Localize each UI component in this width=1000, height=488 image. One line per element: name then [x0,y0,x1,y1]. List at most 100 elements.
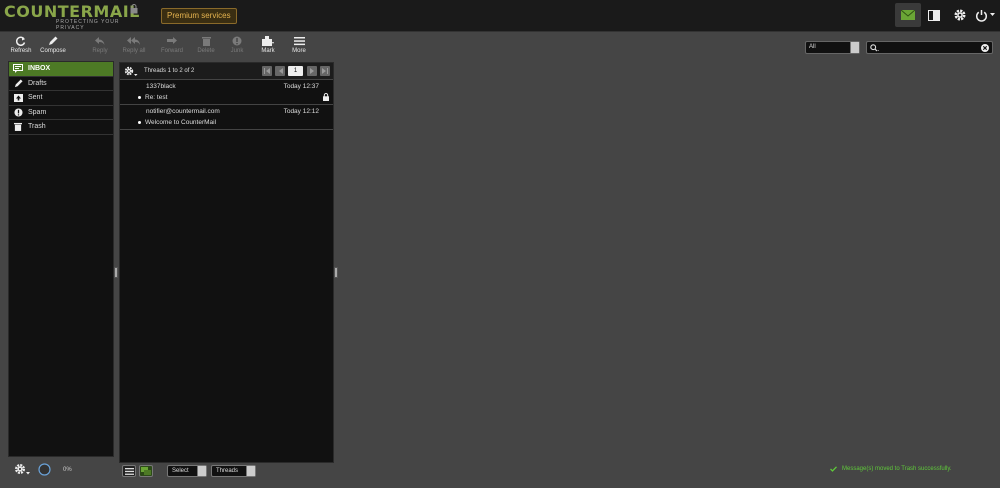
pencil-icon [13,78,23,88]
first-page-button[interactable] [262,66,272,76]
trash-icon [201,37,211,46]
inbox-icon [13,64,23,74]
message-row[interactable]: notifier@countermail.com Today 12:12 Wel… [120,105,333,130]
threads-dropdown[interactable]: Threads [211,465,256,477]
logo-lock-icon [130,4,138,14]
hamburger-icon [293,37,305,46]
header-icon-group [895,3,1000,27]
countermail-logo[interactable]: COUNTERMAIL PROTECTING YOUR PRIVACY [4,3,144,32]
select-arrow-icon [850,42,859,53]
spam-icon [13,107,23,117]
page-number-input[interactable]: 1 [288,66,303,76]
compose-label: Compose [40,48,66,54]
folder-label: Trash [28,123,46,131]
select-arrow-icon [197,466,206,476]
unread-dot-icon [138,96,141,99]
first-page-icon [264,68,270,74]
folder-spam[interactable]: Spam [9,106,113,120]
quota-circle-icon [38,463,51,476]
last-page-icon [322,68,328,74]
junk-icon [232,36,242,46]
forward-icon [167,37,177,44]
forward-label: Forward [160,48,183,54]
threads-label: Threads [216,468,239,474]
list-view-button[interactable] [122,465,136,477]
folder-label: Drafts [28,79,47,87]
message-date: Today 12:37 [283,83,319,90]
gear-icon[interactable] [947,3,973,27]
list-options-gear-icon[interactable] [124,66,138,77]
list-view-icon [124,467,134,475]
forward-button[interactable]: Forward [155,36,189,60]
status-text: Message(s) moved to Trash successfully. [842,466,952,472]
select-dropdown[interactable]: Select [167,465,207,477]
lock-icon [323,93,329,101]
compose-button[interactable]: Compose [36,36,70,60]
message-subject: Welcome to CounterMail [145,119,217,126]
search-box[interactable] [866,41,993,54]
clear-search-icon[interactable] [981,44,989,52]
select-arrow-icon [246,466,255,476]
mark-icon [262,36,274,46]
search-icon [870,44,879,52]
folder-settings-gear-icon[interactable] [14,463,30,476]
mark-label: Mark [261,48,275,54]
filter-value: All [809,44,816,50]
junk-button[interactable]: Junk [220,36,254,60]
threads-count: Threads 1 to 2 of 2 [144,68,195,74]
checkmark-icon [830,466,837,472]
next-page-icon [309,68,314,74]
message-list-header: Threads 1 to 2 of 2 1 [120,63,333,80]
message-list-pane: Threads 1 to 2 of 2 1 1337black Today 12… [119,62,334,463]
last-page-button[interactable] [320,66,330,76]
delete-label: Delete [197,48,215,54]
power-icon [975,9,988,22]
power-menu[interactable] [971,3,999,27]
folder-label: Spam [28,108,47,116]
more-button[interactable]: More [282,36,316,60]
thread-view-button[interactable] [139,465,153,477]
select-label: Select [172,468,189,474]
folder-label: INBOX [28,65,51,73]
trash-icon [13,122,23,132]
delete-button[interactable]: Delete [189,36,223,60]
countermail-app: COUNTERMAIL PROTECTING YOUR PRIVACY Prem… [0,0,1000,488]
search-filter-select[interactable]: All [805,41,860,54]
mail-icon[interactable] [895,3,921,27]
folder-inbox[interactable]: INBOX [9,62,113,77]
junk-label: Junk [230,48,244,54]
folder-drafts[interactable]: Drafts [9,77,113,91]
chevron-down-icon [990,13,995,16]
mark-button[interactable]: Mark [251,36,285,60]
layout-icon[interactable] [921,3,947,27]
reply-all-label: Reply all [122,48,146,54]
more-label: More [292,48,306,54]
refresh-icon [16,36,26,46]
message-row[interactable]: 1337black Today 12:37 Re: test [120,80,333,105]
refresh-label: Refresh [10,48,32,54]
refresh-button[interactable]: Refresh [4,36,38,60]
reply-label: Reply [92,48,108,54]
folder-footer: 0% [8,459,114,481]
reply-all-icon [127,37,140,45]
message-date: Today 12:12 [283,108,319,115]
next-page-button[interactable] [307,66,317,76]
message-pane-splitter[interactable] [334,267,338,278]
reply-button[interactable]: Reply [83,36,117,60]
prev-page-button[interactable] [275,66,285,76]
message-sender: notifier@countermail.com [146,108,220,115]
folder-pane-splitter[interactable] [114,267,118,278]
unread-dot-icon [138,121,141,124]
quota-percent: 0% [63,467,72,473]
folder-sent[interactable]: Sent [9,91,113,106]
message-list-footer: Select Threads [122,465,272,479]
reply-all-button[interactable]: Reply all [117,36,151,60]
mail-toolbar: Refresh Compose Reply Reply all Forward … [6,36,326,60]
reply-icon [95,37,105,45]
pencil-icon [49,36,58,45]
folder-label: Sent [28,94,43,102]
premium-services-button[interactable]: Premium services [161,8,237,24]
folder-trash[interactable]: Trash [9,120,113,135]
search-input[interactable] [880,42,980,53]
status-notification: Message(s) moved to Trash successfully. [830,466,952,472]
